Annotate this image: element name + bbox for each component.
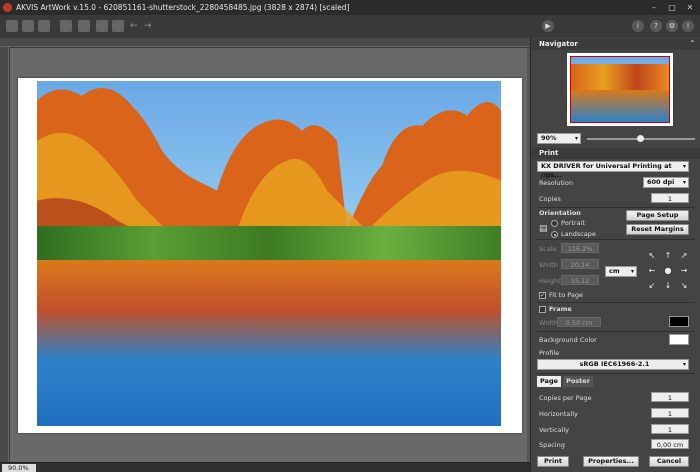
profile-label: Profile <box>539 349 560 357</box>
align-top-icon[interactable]: ↑ <box>663 251 673 261</box>
undo-icon[interactable]: ← <box>130 20 142 32</box>
spacing-label: Spacing <box>539 441 565 449</box>
help-icon[interactable]: ? <box>650 20 662 32</box>
align-bottom-right-icon[interactable]: ↘ <box>679 281 689 291</box>
resolution-label: Resolution <box>539 179 573 187</box>
status-bar: 90.0% <box>0 462 530 472</box>
print-button[interactable]: Print <box>537 456 569 467</box>
vertical-ruler <box>0 47 9 462</box>
title-bar: AKVIS ArtWork v.15.0 - 620851161-shutter… <box>0 0 700 15</box>
resolution-select[interactable]: 600 dpi ▾ <box>643 177 689 188</box>
share-icon[interactable] <box>78 20 90 32</box>
info-icon[interactable]: i <box>632 20 644 32</box>
before-icon[interactable] <box>96 20 108 32</box>
properties-button[interactable]: Properties... <box>583 456 639 467</box>
batch-icon[interactable] <box>38 20 50 32</box>
alerts-icon[interactable]: ! <box>682 20 694 32</box>
copies-per-page-field[interactable]: 1 <box>651 392 689 402</box>
zoom-slider-handle[interactable] <box>637 135 644 142</box>
print-header: Print <box>531 148 700 159</box>
frame-width-field[interactable]: 0,50 cm <box>557 317 601 327</box>
reset-margins-button[interactable]: Reset Margins <box>626 224 689 235</box>
align-top-left-icon[interactable]: ↖ <box>647 251 657 261</box>
print-icon[interactable] <box>60 20 72 32</box>
toolbar: ← → <box>0 15 530 38</box>
portrait-radio[interactable] <box>551 220 558 227</box>
frame-label: Frame <box>549 305 572 313</box>
vertically-label: Vertically <box>539 426 569 434</box>
landscape-label: Landscape <box>561 230 596 238</box>
copies-per-page-label: Copies per Page <box>539 394 592 402</box>
open-icon[interactable] <box>6 20 18 32</box>
align-bottom-left-icon[interactable]: ↙ <box>647 281 657 291</box>
frame-checkbox[interactable] <box>539 306 546 313</box>
close-button[interactable]: ✕ <box>682 0 698 15</box>
orientation-icon: ▤ <box>539 224 548 234</box>
settings-icon[interactable]: ⚙ <box>666 20 678 32</box>
window-title: AKVIS ArtWork v.15.0 - 620851161-shutter… <box>16 3 350 12</box>
save-icon[interactable] <box>22 20 34 32</box>
frame-width-label: Width <box>539 319 558 327</box>
zoom-readout[interactable]: 90.0% <box>2 464 36 472</box>
frame-color-swatch[interactable] <box>669 316 689 327</box>
collapse-icon[interactable]: ⌃ <box>689 39 696 48</box>
zoom-slider[interactable] <box>587 135 695 142</box>
paper-page <box>18 78 522 433</box>
horizontal-ruler <box>0 38 530 47</box>
spacing-field[interactable]: 0,00 cm <box>651 439 689 449</box>
redo-icon[interactable]: → <box>144 20 156 32</box>
maximize-button[interactable]: □ <box>664 0 680 15</box>
copies-field[interactable]: 1 <box>651 193 689 203</box>
zoom-select[interactable]: 90% ▾ <box>537 133 581 144</box>
landscape-radio[interactable] <box>551 231 558 238</box>
minimize-button[interactable]: – <box>646 0 662 15</box>
horizontally-label: Horizontally <box>539 410 578 418</box>
vertically-field[interactable]: 1 <box>651 424 689 434</box>
app-logo-icon <box>3 3 12 12</box>
fit-to-page-checkbox[interactable]: ✓ <box>539 292 546 299</box>
tab-page[interactable]: Page <box>537 376 561 387</box>
settings-panel: Navigator ⌃ 90% ▾ Print KX DRIVER for Uni… <box>530 38 700 472</box>
scale-label: Scale <box>539 245 557 253</box>
height-label: Height <box>539 277 561 285</box>
width-field[interactable]: 20,14 <box>561 259 599 269</box>
align-top-right-icon[interactable]: ↗ <box>679 251 689 261</box>
align-left-icon[interactable]: ← <box>647 266 657 276</box>
scale-field[interactable]: 116,2% <box>561 243 599 253</box>
width-label: Width <box>539 261 558 269</box>
tab-poster[interactable]: Poster <box>563 376 593 387</box>
height-field[interactable]: 15,12 <box>561 275 599 285</box>
fit-to-page-label: Fit to Page <box>549 291 584 299</box>
after-icon[interactable] <box>112 20 124 32</box>
navigator-header: Navigator <box>531 39 700 50</box>
orientation-label: Orientation <box>539 209 581 217</box>
align-bottom-icon[interactable]: ↓ <box>663 281 673 291</box>
print-preview-canvas[interactable] <box>10 48 527 462</box>
background-color-label: Background Color <box>539 336 597 344</box>
horizontally-field[interactable]: 1 <box>651 408 689 418</box>
page-setup-button[interactable]: Page Setup <box>626 210 689 221</box>
navigator-thumbnail[interactable] <box>567 53 673 126</box>
background-color-swatch[interactable] <box>669 334 689 345</box>
portrait-label: Portrait <box>561 219 585 227</box>
profile-select[interactable]: sRGB IEC61966-2.1 ▾ <box>537 359 689 370</box>
copies-label: Copies <box>539 195 561 203</box>
artwork-image <box>37 81 501 426</box>
unit-select[interactable]: cm ▾ <box>605 266 637 277</box>
run-icon[interactable]: ▶ <box>542 20 554 32</box>
cancel-button[interactable]: Cancel <box>649 456 689 467</box>
printer-select[interactable]: KX DRIVER for Universal Printing at //ps… <box>537 161 689 179</box>
right-toolbar: ▶ i ? ⚙ ! <box>530 15 700 38</box>
align-center-icon[interactable]: ● <box>663 266 673 276</box>
align-right-icon[interactable]: → <box>679 266 689 276</box>
